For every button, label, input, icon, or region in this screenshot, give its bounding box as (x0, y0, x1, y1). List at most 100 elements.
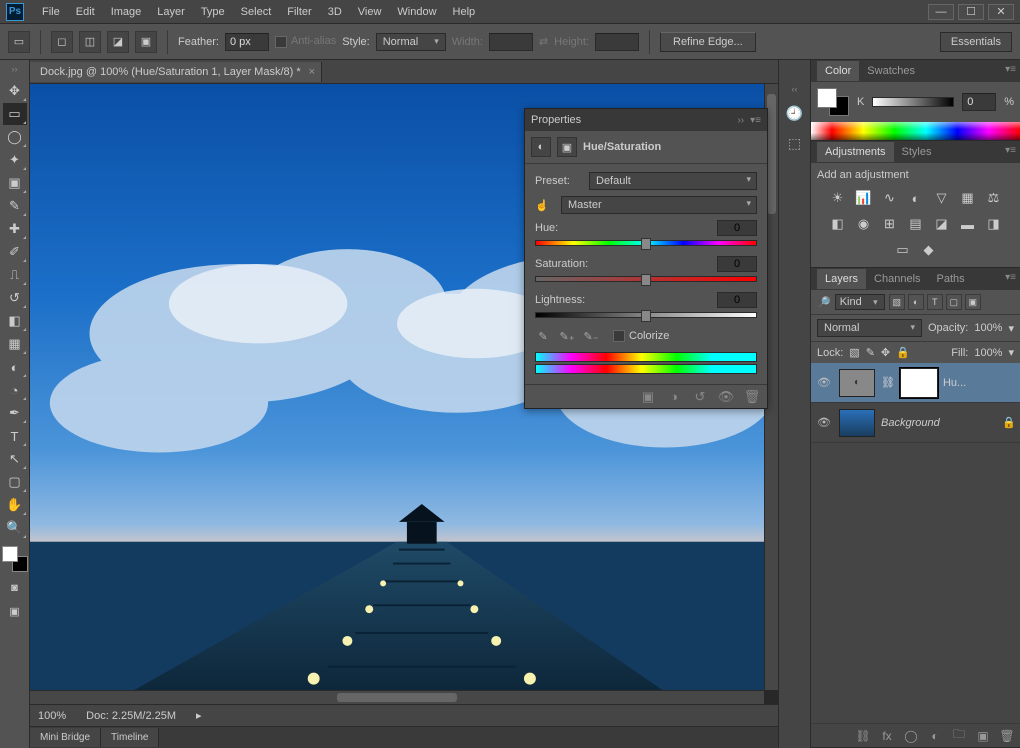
wand-tool[interactable]: ✦ (3, 149, 27, 171)
colorlookup-icon[interactable]: ▤ (905, 213, 927, 235)
menu-view[interactable]: View (350, 3, 390, 21)
gradientmap-icon[interactable]: ▭ (892, 239, 914, 261)
properties-header[interactable]: Properties ›› ▾≡ (525, 109, 767, 131)
menu-edit[interactable]: Edit (68, 3, 103, 21)
visibility-toggle[interactable]: 👁 (815, 376, 833, 389)
tab-layers[interactable]: Layers (817, 269, 866, 289)
previous-icon[interactable]: ◑ (665, 388, 683, 406)
photofilter-icon[interactable]: ◉ (853, 213, 875, 235)
heal-tool[interactable]: ✚ (3, 218, 27, 240)
fill-arrow-icon[interactable]: ▾ (1008, 346, 1014, 359)
eyedropper-tool[interactable]: ✎ (3, 195, 27, 217)
menu-3d[interactable]: 3D (320, 3, 350, 21)
filter-shape-icon[interactable]: ▢ (946, 294, 962, 310)
reset-icon[interactable]: ↺ (691, 388, 709, 406)
threshold-icon[interactable]: ◨ (983, 213, 1005, 235)
color-swatch[interactable] (817, 88, 849, 116)
selection-add-icon[interactable]: ◫ (79, 31, 101, 53)
range-select[interactable]: Master (561, 196, 757, 214)
opacity-value[interactable]: 100% (974, 322, 1002, 334)
eraser-tool[interactable]: ◧ (3, 310, 27, 332)
menu-window[interactable]: Window (389, 3, 444, 21)
window-maximize[interactable]: ☐ (958, 4, 984, 20)
k-value[interactable] (962, 93, 996, 111)
history-panel-icon[interactable]: 🕘 (784, 102, 806, 124)
quickmask-toggle[interactable]: ◙ (3, 577, 27, 599)
adjustment-mode-icon[interactable]: ◐ (531, 137, 551, 157)
mask-mode-icon[interactable]: ▣ (557, 137, 577, 157)
tab-paths[interactable]: Paths (929, 269, 973, 289)
crop-tool[interactable]: ▣ (3, 172, 27, 194)
menu-filter[interactable]: Filter (279, 3, 319, 21)
zoom-display[interactable]: 100% (38, 710, 66, 722)
workspace-switcher[interactable]: Essentials (940, 32, 1012, 52)
menu-layer[interactable]: Layer (149, 3, 193, 21)
selection-new-icon[interactable]: ◻ (51, 31, 73, 53)
menu-select[interactable]: Select (233, 3, 280, 21)
tab-adjustments[interactable]: Adjustments (817, 142, 894, 162)
pen-tool[interactable]: ✒ (3, 402, 27, 424)
targeted-tool-icon[interactable]: ☝ (535, 199, 555, 212)
layer-name[interactable]: Hu... (943, 377, 1016, 389)
color-swatches[interactable] (2, 546, 28, 572)
fill-value[interactable]: 100% (974, 347, 1002, 359)
window-minimize[interactable]: — (928, 4, 954, 20)
menu-image[interactable]: Image (103, 3, 150, 21)
delete-adjustment-icon[interactable]: 🗑 (743, 388, 761, 406)
bw-icon[interactable]: ◧ (827, 213, 849, 235)
document-tab[interactable]: Dock.jpg @ 100% (Hue/Saturation 1, Layer… (30, 62, 322, 82)
close-tab-icon[interactable]: × (309, 66, 315, 78)
opacity-arrow-icon[interactable]: ▾ (1008, 322, 1014, 335)
levels-icon[interactable]: 📊 (853, 187, 875, 209)
colorbalance-icon[interactable]: ⚖ (983, 187, 1005, 209)
brush-tool[interactable]: ✐ (3, 241, 27, 263)
docinfo-arrow-icon[interactable]: ▸ (196, 709, 202, 722)
invert-icon[interactable]: ◪ (931, 213, 953, 235)
new-layer-icon[interactable]: ▣ (974, 727, 992, 745)
filter-type-icon[interactable]: T (927, 294, 943, 310)
visibility-icon[interactable]: 👁 (717, 388, 735, 406)
filter-smart-icon[interactable]: ▣ (965, 294, 981, 310)
mask-icon[interactable]: ◯ (902, 727, 920, 745)
lightness-value[interactable] (717, 292, 757, 308)
brightness-icon[interactable]: ☀ (827, 187, 849, 209)
refine-edge-button[interactable]: Refine Edge... (660, 32, 756, 52)
menu-type[interactable]: Type (193, 3, 233, 21)
history-brush-tool[interactable]: ↺ (3, 287, 27, 309)
lock-pos-icon[interactable]: ✥ (881, 346, 890, 359)
gradient-tool[interactable]: ▦ (3, 333, 27, 355)
saturation-slider[interactable] (535, 276, 757, 282)
shape-tool[interactable]: ▢ (3, 471, 27, 493)
layer-row-background[interactable]: 👁 Background 🔒 (811, 403, 1020, 443)
exposure-icon[interactable]: ◐ (905, 187, 927, 209)
panel-menu-icon[interactable]: ▾≡ (750, 115, 761, 126)
layer-filter-kind[interactable]: Kind (835, 294, 885, 310)
lock-trans-icon[interactable]: ▧ (849, 346, 859, 359)
k-slider[interactable] (872, 97, 954, 107)
filter-pixel-icon[interactable]: ▧ (889, 294, 905, 310)
stamp-tool[interactable]: ⎍ (3, 264, 27, 286)
hue-slider[interactable] (535, 240, 757, 246)
screenmode-button[interactable]: ▣ (3, 600, 27, 622)
link-layers-icon[interactable]: ⛓ (854, 727, 872, 745)
eyedropper-add-icon[interactable]: ✎₊ (559, 328, 575, 344)
lasso-tool[interactable]: ◯ (3, 126, 27, 148)
vibrance-icon[interactable]: ▽ (931, 187, 953, 209)
selective-icon[interactable]: ◆ (918, 239, 940, 261)
hue-value[interactable] (717, 220, 757, 236)
fx-icon[interactable]: fx (878, 727, 896, 745)
channelmixer-icon[interactable]: ⊞ (879, 213, 901, 235)
tool-preset-icon[interactable]: ▭ (8, 31, 30, 53)
style-select[interactable]: Normal (376, 33, 446, 51)
layers-menu-icon[interactable]: ▾≡ (1005, 272, 1016, 283)
clip-icon[interactable]: ▣ (639, 388, 657, 406)
color-panel-menu-icon[interactable]: ▾≡ (1005, 64, 1016, 75)
layer-row-huesat[interactable]: 👁 ◐ ⛓ Hu... (811, 363, 1020, 403)
dodge-tool[interactable]: ◔ (3, 379, 27, 401)
tab-timeline[interactable]: Timeline (101, 728, 159, 747)
collapse-icon[interactable]: ›› (737, 115, 744, 126)
tab-minibridge[interactable]: Mini Bridge (30, 728, 101, 747)
lightness-slider[interactable] (535, 312, 757, 318)
group-icon[interactable]: 🗀 (950, 727, 968, 745)
trash-icon[interactable]: 🗑 (998, 727, 1016, 745)
